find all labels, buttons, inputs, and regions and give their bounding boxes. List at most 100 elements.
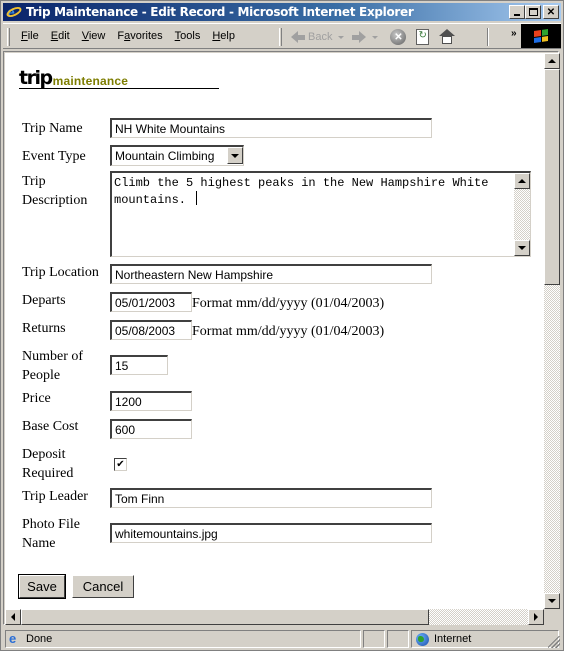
textarea-scrollbar[interactable] [514,173,530,256]
textarea-scroll-down-button[interactable] [514,240,530,256]
event-type-dropdown-button[interactable] [227,147,243,164]
trip-description-textarea[interactable]: Climb the 5 highest peaks in the New Ham… [110,171,531,257]
event-type-label: Event Type [22,149,86,164]
home-icon[interactable] [439,29,456,45]
logo-trip-text: trip [19,67,53,89]
close-icon: ✕ [546,6,556,18]
number-of-people-label-line1: Number of [22,349,84,364]
minimize-button[interactable] [509,5,525,19]
horizontal-scroll-thumb[interactable] [21,609,429,625]
deposit-required-label-line2: Required [22,466,74,481]
toolbar-separator [487,28,489,46]
globe-icon [416,632,429,646]
chevron-down-icon [231,153,239,158]
event-type-select[interactable]: Mountain Climbing [110,145,244,166]
forward-arrow-icon [359,31,367,43]
forward-dropdown-icon[interactable] [372,35,379,39]
page-logo: trip maintenance [19,69,219,89]
event-type-value: Mountain Climbing [115,149,215,163]
photo-file-name-label: Photo File Name [22,515,80,553]
trip-location-label: Trip Location [22,265,99,280]
checkmark-icon: ✔ [116,458,125,470]
toolbar: File Edit View Favorites Tools Help Back… [3,23,561,49]
arrow-up-icon [518,179,526,183]
minimize-icon [514,14,520,16]
deposit-required-label-line1: Deposit [22,447,66,462]
price-input[interactable]: 1200 [110,391,192,411]
status-pane-zone: Internet [411,630,559,648]
trip-leader-input[interactable]: Tom Finn [110,488,432,508]
returns-label: Returns [22,321,66,336]
trip-location-input[interactable]: Northeastern New Hampshire [110,264,432,284]
trip-description-label: Trip Description [22,172,87,210]
status-text: Done [26,633,53,645]
base-cost-input[interactable]: 600 [110,419,192,439]
maximize-button[interactable] [525,5,541,19]
back-button[interactable]: Back [291,31,332,43]
page-viewport: trip maintenance Trip Name NH White Moun… [5,53,544,609]
back-arrow-icon [291,31,298,43]
scroll-up-button[interactable] [544,53,560,69]
number-of-people-label-line2: People [22,368,61,383]
toolbar-grip[interactable] [279,28,282,46]
photo-file-name-label-line2: Name [22,536,56,551]
title-bar[interactable]: e Trip Maintenance - Edit Record - Micro… [3,3,561,21]
window-title: Trip Maintenance - Edit Record - Microso… [26,5,414,19]
horizontal-scrollbar[interactable] [5,609,544,625]
arrow-down-icon [548,599,556,603]
base-cost-label: Base Cost [22,419,79,434]
status-pane-progress [363,630,385,648]
arrow-left-icon [11,613,15,621]
menu-tools[interactable]: Tools [169,30,207,42]
nav-buttons: Back ✕ [283,27,456,47]
menu-view[interactable]: View [76,30,112,42]
text-caret [196,191,198,205]
back-dropdown-icon[interactable] [338,35,345,39]
menu-edit[interactable]: Edit [45,30,76,42]
trip-name-input[interactable]: NH White Mountains [110,118,432,138]
forward-button[interactable] [352,31,367,43]
status-pane-main: e Done [5,630,361,648]
returns-input[interactable]: 05/08/2003 [110,320,192,340]
zone-text: Internet [434,633,472,645]
scroll-down-button[interactable] [544,593,560,609]
returns-format-hint: Format mm/dd/yyyy (01/04/2003) [192,324,385,339]
number-of-people-label: Number of People [22,347,83,385]
trip-description-label-line2: Description [22,193,88,208]
deposit-required-label: Deposit Required [22,445,73,483]
scrollbar-corner [544,609,560,625]
menu-favorites[interactable]: Favorites [111,30,168,42]
departs-label: Departs [22,293,66,308]
menu-file[interactable]: File [15,30,45,42]
deposit-required-checkbox[interactable]: ✔ [114,458,127,471]
scroll-right-button[interactable] [528,609,544,625]
resize-grip[interactable] [548,636,560,648]
arrow-up-icon [548,59,556,63]
photo-file-name-input[interactable]: whitemountains.jpg [110,523,432,543]
logo-maintenance-text: maintenance [52,74,129,88]
windows-flag-icon [534,29,548,43]
close-button[interactable]: ✕ [543,5,559,19]
trip-name-label: Trip Name [22,121,83,136]
save-button[interactable]: Save [18,574,66,599]
back-label: Back [308,31,333,43]
menu-help[interactable]: Help [206,30,241,42]
refresh-icon[interactable] [416,29,430,45]
departs-input[interactable]: 05/01/2003 [110,292,192,312]
trip-description-text: Climb the 5 highest peaks in the New Ham… [114,176,496,207]
vertical-scroll-thumb[interactable] [544,69,560,285]
cancel-button[interactable]: Cancel [72,575,134,598]
stop-icon[interactable]: ✕ [390,29,407,45]
content-frame: trip maintenance Trip Name NH White Moun… [3,51,560,625]
arrow-right-icon [534,613,538,621]
vertical-scrollbar[interactable] [544,53,560,609]
number-of-people-input[interactable]: 15 [110,355,168,375]
status-pane-security [387,630,409,648]
arrow-down-icon [518,246,526,250]
textarea-scroll-up-button[interactable] [514,173,530,189]
maximize-icon [528,8,538,16]
menubar-grip[interactable] [7,28,10,46]
toolbar-overflow-chevron[interactable]: » [511,28,517,39]
scroll-left-button[interactable] [5,609,21,625]
trip-leader-label: Trip Leader [22,489,88,504]
